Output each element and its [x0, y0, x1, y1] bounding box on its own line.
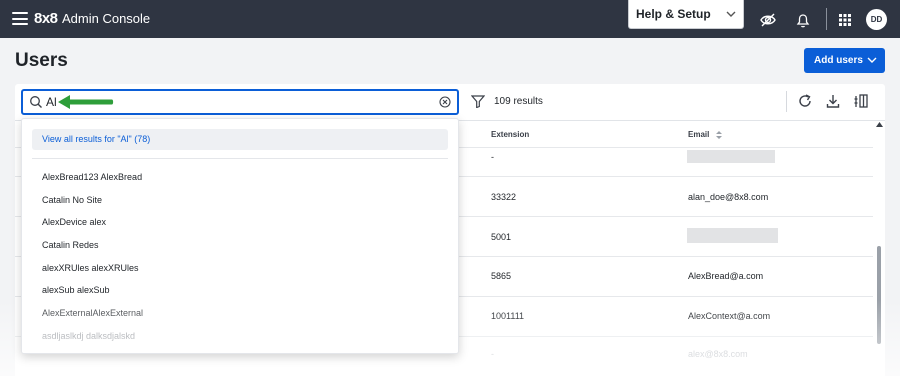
redacted-email	[687, 228, 778, 243]
column-header-email[interactable]: Email	[688, 130, 722, 139]
download-icon[interactable]	[825, 93, 841, 109]
sort-icon	[715, 130, 722, 139]
search-result-item[interactable]: asdljaslkdj dalksdjalskd	[42, 331, 135, 341]
top-bar: 8x8 Admin Console Help & Setup DD	[0, 0, 900, 38]
visibility-off-icon[interactable]	[759, 11, 777, 29]
column-settings-icon[interactable]	[853, 93, 869, 109]
avatar[interactable]: DD	[866, 9, 887, 30]
chevron-down-icon	[726, 11, 736, 17]
clear-icon[interactable]	[439, 96, 451, 108]
cell-extension: 33322	[491, 192, 517, 202]
menu-icon[interactable]	[12, 12, 28, 25]
view-all-results[interactable]: View all results for "Al" (78)	[32, 129, 448, 150]
scroll-up-icon[interactable]	[876, 122, 883, 127]
scrollbar-thumb[interactable]	[877, 246, 881, 344]
bell-icon[interactable]	[794, 11, 812, 29]
column-header-email-label: Email	[688, 130, 710, 139]
dropdown-divider	[32, 158, 448, 159]
chevron-down-icon	[867, 57, 877, 63]
redacted-email	[687, 150, 775, 163]
column-header-extension[interactable]: Extension	[491, 130, 529, 139]
annotation-arrow	[58, 95, 114, 109]
cell-email: AlexBread@a.com	[688, 271, 764, 281]
apps-grid-icon[interactable]	[836, 11, 854, 29]
logo: 8x8	[34, 10, 58, 27]
cell-extension: 5001	[491, 232, 512, 242]
cell-extension: -	[491, 349, 494, 359]
cell-email: AlexContext@a.com	[688, 311, 771, 321]
add-users-button[interactable]: Add users	[804, 48, 885, 73]
search-icon	[30, 96, 42, 108]
page-title: Users	[15, 50, 68, 71]
search-result-item[interactable]: Catalin Redes	[42, 240, 99, 250]
search-result-item[interactable]: AlexExternalAlexExternal	[42, 308, 143, 318]
cell-extension: -	[491, 152, 494, 162]
cell-extension: 1001111	[491, 311, 525, 321]
app-title: Admin Console	[62, 11, 151, 26]
search-result-item[interactable]: AlexDevice alex	[42, 217, 106, 227]
refresh-icon[interactable]	[797, 93, 813, 109]
help-setup-dropdown[interactable]: Help & Setup	[628, 0, 744, 29]
search-result-item[interactable]: AlexBread123 AlexBread	[42, 172, 142, 182]
results-count: 109 results	[494, 96, 543, 107]
filter-icon[interactable]	[471, 95, 485, 108]
topbar-divider	[826, 8, 827, 30]
column-header-extension-label: Extension	[491, 130, 530, 139]
dropdown-fade	[22, 293, 458, 353]
cell-email: alan_doe@8x8.com	[688, 192, 769, 202]
help-setup-label: Help & Setup	[636, 7, 711, 21]
toolbar-separator	[786, 91, 787, 112]
search-result-item[interactable]: Catalin No Site	[42, 195, 102, 205]
search-result-item[interactable]: alexSub alexSub	[42, 285, 110, 295]
search-results-dropdown: View all results for "Al" (78) AlexBread…	[21, 118, 459, 354]
cell-email: alex@8x8.com	[688, 349, 748, 359]
search-result-item[interactable]: alexXRUles alexXRUles	[42, 263, 139, 273]
search-value: Al	[46, 95, 57, 109]
add-users-label: Add users	[814, 55, 863, 66]
cell-extension: 5865	[491, 271, 512, 281]
